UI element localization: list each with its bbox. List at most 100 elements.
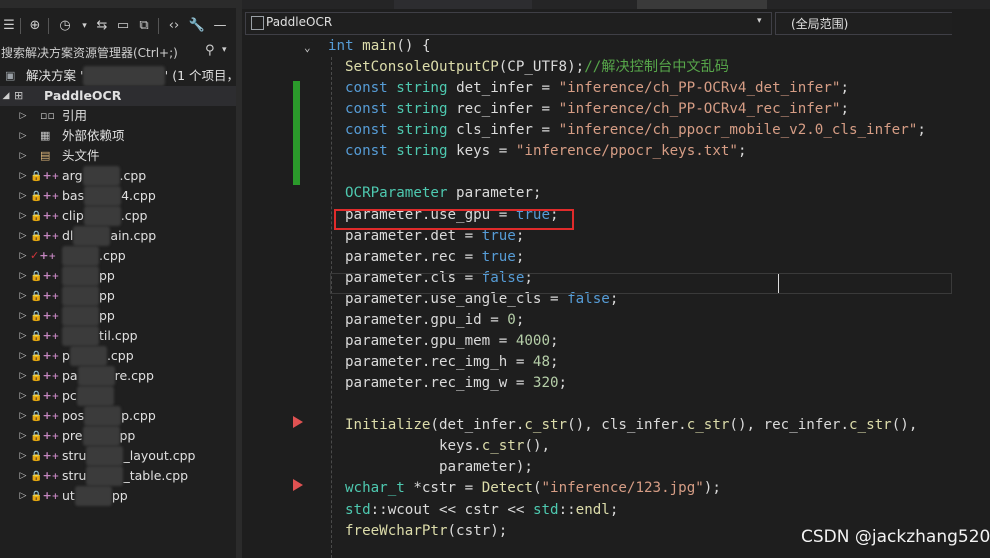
locked-cpp-file-icon: 🔒++ [30,349,60,362]
code-line[interactable]: int main() { [328,36,431,57]
properties-wrench-icon[interactable]: 🔧 [188,16,206,36]
external-dependencies-icon: ▦ [40,129,51,142]
chevron-right-icon[interactable]: ▷ [18,126,28,146]
code-line[interactable]: SetConsoleOutputCP(CP_UTF8);//解决控制台中文乱码 [345,57,729,78]
tree-item[interactable]: ▷ ▤ 头文件 [0,146,236,166]
chevron-down-icon[interactable]: ▾ [757,16,762,26]
redacted-text: xxxxx [86,466,124,486]
chevron-right-icon[interactable]: ▷ [18,166,28,186]
chevron-right-icon[interactable]: ▷ [18,266,28,286]
code-line[interactable]: const string det_infer = "inference/ch_P… [345,78,849,99]
tree-item[interactable]: ▷🔒++utxxxxxpp [0,486,236,506]
tree-item[interactable]: ▷🔒++posxxxxxp.cpp [0,406,236,426]
chevron-right-icon[interactable]: ▷ [18,286,28,306]
code-line[interactable]: parameter.gpu_mem = 4000; [345,331,559,352]
document-tab[interactable] [394,0,532,9]
locked-cpp-file-icon: 🔒++ [30,229,60,242]
code-line[interactable]: wchar_t *cstr = Detect("inference/123.jp… [345,478,721,499]
tree-item[interactable]: ▷🔒++clipxxxxx.cpp [0,206,236,226]
tree-item[interactable]: ▷✓++ xxxxx.cpp [0,246,236,266]
tree-item[interactable]: ▷🔒++dlxxxxxain.cpp [0,226,236,246]
code-line[interactable]: const string cls_infer = "inference/ch_p… [345,120,926,141]
tree-item[interactable]: ▷🔒++basxxxxx4.cpp [0,186,236,206]
code-line[interactable]: Initialize(det_infer.c_str(), cls_infer.… [345,415,917,436]
history-dropdown-icon[interactable]: ▾ [80,16,89,36]
code-line[interactable]: std::wcout << cstr << std::endl; [345,500,618,521]
tree-item-label: xxxxxpp [62,266,115,286]
tree-item[interactable]: ▷🔒++xxxxxtil.cpp [0,326,236,346]
locked-cpp-file-icon: 🔒++ [30,449,60,462]
code-line[interactable]: const string rec_infer = "inference/ch_P… [345,99,849,120]
chevron-right-icon[interactable]: ▷ [18,246,28,266]
tree-item-solution[interactable]: ▣ 解决方案 'xxxxxxxxxxx' (1 个项目，共 [0,66,236,86]
tree-item[interactable]: ▷🔒++xxxxxpp [0,266,236,286]
sync-icon[interactable]: ⇆ [94,16,110,36]
chevron-right-icon[interactable]: ▷ [18,466,28,486]
fold-toggle-icon[interactable]: ⌄ [304,41,311,54]
navigation-bar: PaddleOCR ▾ (全局范围) [242,12,953,35]
chevron-right-icon[interactable]: ▷ [18,486,28,506]
tree-item[interactable]: ▷🔒++paxxxxxre.cpp [0,366,236,386]
tree-item[interactable]: ▷🔒++prexxxxxpp [0,426,236,446]
chevron-right-icon[interactable]: ▷ [18,426,28,446]
search-icon[interactable]: ⚲ [205,43,215,58]
code-line[interactable]: OCRParameter parameter; [345,183,541,204]
show-all-files-icon[interactable]: ⧉ [136,16,152,36]
chevron-down-icon[interactable]: ◢ [1,86,11,106]
chevron-right-icon[interactable]: ▷ [18,366,28,386]
preview-icon[interactable]: — [212,16,228,36]
vertical-scrollbar[interactable] [952,12,990,558]
tree-item[interactable]: ▷🔒++xxxxxpp [0,286,236,306]
view-code-icon[interactable]: ‹› [164,16,184,36]
locked-cpp-file-icon: 🔒++ [30,429,60,442]
code-line[interactable]: parameter.rec_img_h = 48; [345,352,559,373]
tree-item[interactable]: ▷🔒++pxxxxx.cpp [0,346,236,366]
chevron-right-icon[interactable]: ▷ [18,406,28,426]
search-options-chevron-icon[interactable]: ▾ [222,45,227,55]
tree-item[interactable]: ▷ ▫▫ 引用 [0,106,236,126]
code-area[interactable]: ⌄ int main() {SetConsoleOutputCP(CP_UTF8… [242,36,952,558]
cpp-project-icon: ⊞ [14,89,24,102]
redacted-text: xxxxx [62,246,99,266]
solution-search-box[interactable]: 搜索解决方案资源管理器(Ctrl+;) ⚲ ▾ [0,42,236,62]
code-line[interactable]: parameter.gpu_id = 0; [345,310,524,331]
home-icon[interactable]: ☰ [2,16,16,36]
redacted-text: xxxxx [62,306,99,326]
code-line[interactable]: parameter.rec_img_w = 320; [345,373,567,394]
history-icon[interactable]: ◷ [56,16,74,36]
project-combo[interactable]: PaddleOCR ▾ [245,12,772,35]
redacted-text: xxxxx [76,386,114,406]
tree-item-label: 引用 [62,108,88,123]
tree-item-project[interactable]: ◢ ⊞ PaddleOCR [0,86,236,106]
chevron-right-icon[interactable]: ▷ [18,346,28,366]
chevron-right-icon[interactable]: ▷ [18,326,28,346]
solution-explorer: ☰ ⊕ ◷ ▾ ⇆ ▭ ⧉ ‹› 🔧 — 搜索解决方案资源管理器(Ctrl+;)… [0,0,236,558]
code-line[interactable]: freeWcharPtr(cstr); [345,521,507,542]
chevron-right-icon[interactable]: ▷ [18,186,28,206]
redacted-text: xxxxx [62,326,99,346]
tree-item[interactable]: ▷🔒++struxxxxx_layout.cpp [0,446,236,466]
code-line[interactable]: keys.c_str(), [345,436,550,457]
chevron-right-icon[interactable]: ▷ [18,106,28,126]
chevron-right-icon[interactable]: ▷ [18,146,28,166]
scope-combo[interactable]: (全局范围) [775,12,953,35]
locked-cpp-file-icon: 🔒++ [30,369,60,382]
tree-item[interactable]: ▷🔒++argxxxxx.cpp [0,166,236,186]
code-line[interactable]: parameter.rec = true; [345,247,524,268]
chevron-right-icon[interactable]: ▷ [18,206,28,226]
chevron-right-icon[interactable]: ▷ [18,446,28,466]
document-tab-active[interactable] [637,0,767,9]
tree-item[interactable]: ▷🔒++struxxxxx_table.cpp [0,466,236,486]
code-line[interactable]: parameter); [345,457,533,478]
code-line[interactable]: const string keys = "inference/ppocr_key… [345,141,747,162]
tree-item[interactable]: ▷ ▦ 外部依赖项 [0,126,236,146]
search-placeholder[interactable]: 搜索解决方案资源管理器(Ctrl+;) [1,44,178,61]
chevron-right-icon[interactable]: ▷ [18,386,28,406]
tree-item[interactable]: ▷🔒++pcxxxxx [0,386,236,406]
chevron-right-icon[interactable]: ▷ [18,306,28,326]
chevron-right-icon[interactable]: ▷ [18,226,28,246]
tree-item[interactable]: ▷🔒++xxxxxpp [0,306,236,326]
tree-item-label: utxxxxxpp [62,486,128,506]
globe-icon[interactable]: ⊕ [27,16,43,36]
collapse-all-icon[interactable]: ▭ [115,16,131,36]
